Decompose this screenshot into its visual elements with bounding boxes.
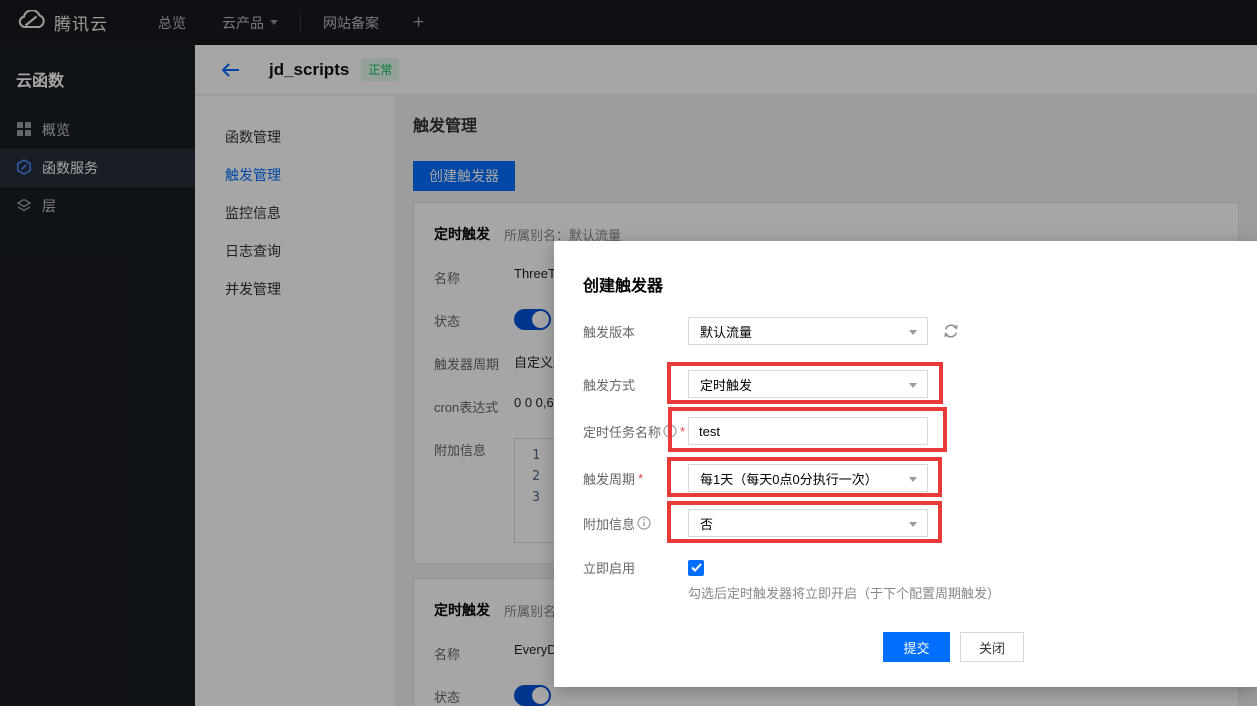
submit-button[interactable]: 提交 [883, 632, 950, 662]
info-icon[interactable] [663, 424, 677, 438]
extra-info-select[interactable]: 否 [688, 509, 928, 537]
trigger-version-select[interactable]: 默认流量 [688, 317, 928, 345]
extra-info-value: 否 [700, 514, 713, 533]
extra-info-label: 附加信息 [583, 514, 688, 533]
trigger-type-value: 定时触发 [700, 375, 752, 394]
trigger-type-label: 触发方式 [583, 375, 688, 394]
create-trigger-modal: 创建触发器 触发版本 默认流量 触发方式 定时触发 [554, 241, 1257, 687]
required-mark: * [638, 471, 643, 486]
chevron-down-icon [909, 477, 917, 482]
enable-now-label: 立即启用 [583, 558, 688, 577]
extra-info-label-text: 附加信息 [583, 514, 635, 533]
tencent-cloud-console: 腾讯云 总览 云产品 网站备案 + 云函数 [0, 0, 1257, 706]
modal-title: 创建触发器 [583, 272, 663, 296]
trigger-version-label: 触发版本 [583, 322, 688, 341]
trigger-period-label-text: 触发周期 [583, 469, 635, 488]
task-name-label: 定时任务名称 * [583, 422, 688, 441]
task-name-input[interactable] [688, 417, 928, 445]
trigger-type-select[interactable]: 定时触发 [688, 370, 928, 398]
close-button[interactable]: 关闭 [960, 632, 1024, 662]
info-icon[interactable] [637, 516, 651, 530]
trigger-period-value: 每1天（每天0点0分执行一次） [700, 469, 878, 488]
task-name-label-text: 定时任务名称 [583, 422, 661, 441]
enable-now-hint: 勾选后定时触发器将立即开启（于下个配置周期触发） [688, 583, 1000, 602]
trigger-period-label: 触发周期 * [583, 469, 688, 488]
chevron-down-icon [909, 383, 917, 388]
trigger-period-select[interactable]: 每1天（每天0点0分执行一次） [688, 464, 928, 492]
required-mark: * [680, 424, 685, 439]
chevron-down-icon [909, 522, 917, 527]
enable-now-checkbox[interactable] [688, 560, 704, 576]
chevron-down-icon [909, 330, 917, 335]
trigger-version-value: 默认流量 [700, 322, 752, 341]
refresh-icon[interactable] [942, 322, 960, 340]
